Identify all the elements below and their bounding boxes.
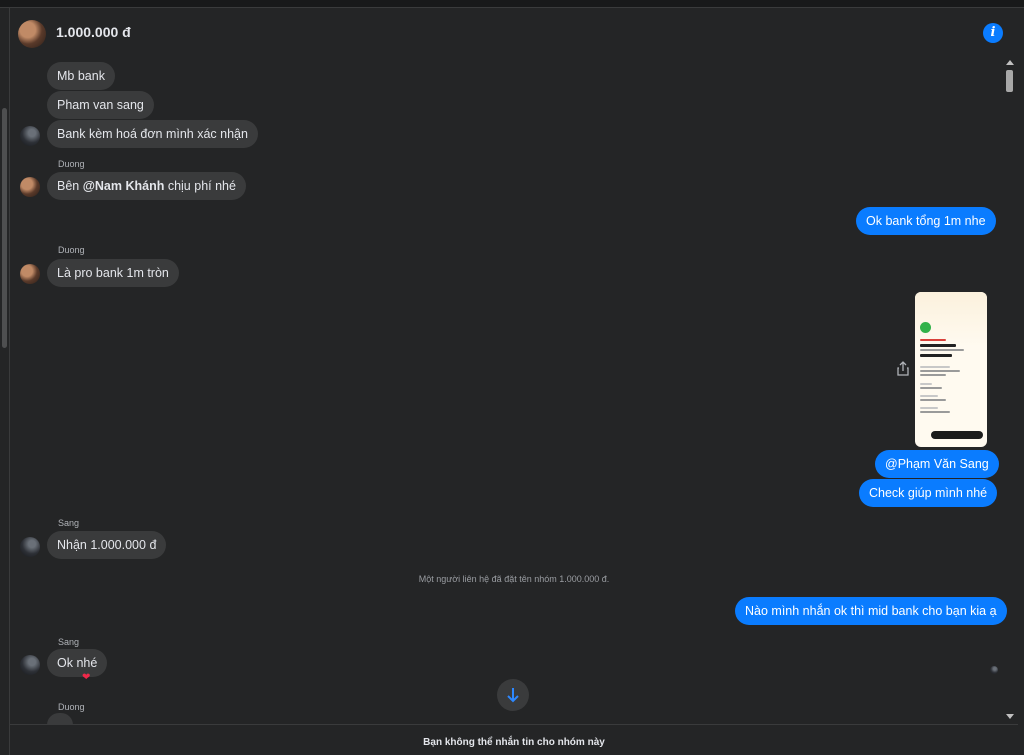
share-icon[interactable] bbox=[896, 361, 910, 377]
image-line bbox=[920, 370, 960, 372]
image-line bbox=[920, 354, 952, 357]
message-bubble-outgoing[interactable]: Ok bank tổng 1m nhe bbox=[856, 207, 996, 235]
message-bubble[interactable]: Nhận 1.000.000 đ bbox=[47, 531, 167, 559]
window-top-edge bbox=[0, 0, 1024, 8]
message-bubble-outgoing[interactable]: Check giúp mình nhé bbox=[859, 479, 998, 507]
messenger-window: 1.000.000 đ i Mb bank Pham van sang Bank… bbox=[0, 0, 1024, 755]
image-line bbox=[920, 387, 942, 389]
scroll-to-bottom-button[interactable] bbox=[497, 679, 529, 711]
image-line bbox=[920, 374, 946, 376]
sender-avatar[interactable] bbox=[20, 177, 40, 197]
chat-scrollbar[interactable] bbox=[1004, 58, 1016, 723]
scroll-down-arrow[interactable] bbox=[1006, 714, 1014, 719]
info-icon[interactable]: i bbox=[983, 23, 1003, 43]
conversation-header: 1.000.000 đ i bbox=[10, 8, 1018, 58]
sender-name: Duong bbox=[58, 159, 85, 169]
receipt-image[interactable] bbox=[915, 292, 987, 447]
image-line bbox=[920, 411, 950, 413]
notice-title: Bạn không thể nhắn tin cho nhóm này bbox=[423, 737, 605, 748]
image-line bbox=[920, 344, 956, 347]
check-icon bbox=[920, 322, 931, 333]
left-scrollbar-thumb[interactable] bbox=[2, 108, 7, 348]
sender-name: Sang bbox=[58, 637, 80, 647]
message-bubble[interactable]: Ok nhé bbox=[47, 649, 108, 677]
scroll-up-arrow[interactable] bbox=[1006, 60, 1014, 65]
image-line bbox=[920, 366, 950, 368]
mention-link[interactable]: @Nam Khánh bbox=[83, 179, 165, 193]
message-text: Bên bbox=[57, 179, 83, 193]
sender-name: Duong bbox=[58, 702, 85, 712]
message-bubble-outgoing[interactable]: @Phạm Văn Sang bbox=[875, 450, 999, 478]
conversation-title[interactable]: 1.000.000 đ bbox=[56, 24, 131, 40]
left-scrollbar[interactable] bbox=[0, 8, 10, 755]
sender-name: Duong bbox=[58, 245, 85, 255]
sender-avatar[interactable] bbox=[20, 126, 40, 146]
sender-avatar[interactable] bbox=[20, 264, 40, 284]
system-notice: Một người liên hệ đã đặt tên nhóm 1.000.… bbox=[418, 574, 610, 584]
group-avatar[interactable] bbox=[18, 20, 46, 48]
message-bubble[interactable]: Là pro bank 1m tròn bbox=[47, 259, 179, 287]
image-line bbox=[920, 395, 938, 397]
sender-avatar[interactable] bbox=[20, 537, 40, 557]
image-line bbox=[920, 407, 938, 409]
message-bubble-outgoing[interactable]: Nào mình nhắn ok thì mid bank cho bạn ki… bbox=[735, 597, 1007, 625]
seen-avatar bbox=[990, 666, 998, 674]
composer-disabled-notice: Bạn không thể nhắn tin cho nhóm này bbox=[10, 724, 1018, 755]
message-bubble[interactable]: Pham van sang bbox=[47, 91, 154, 119]
image-line bbox=[920, 399, 946, 401]
message-bubble[interactable]: Bên @Nam Khánh chịu phí nhé bbox=[47, 172, 246, 200]
message-bubble[interactable]: Bank kèm hoá đơn mình xác nhận bbox=[47, 120, 258, 148]
heart-reaction-icon[interactable]: ❤ bbox=[82, 672, 90, 683]
arrow-down-icon bbox=[507, 688, 519, 703]
sender-avatar[interactable] bbox=[20, 655, 40, 675]
image-button bbox=[931, 431, 983, 439]
image-line bbox=[920, 349, 964, 351]
sender-name: Sang bbox=[58, 518, 80, 528]
message-text: chịu phí nhé bbox=[164, 179, 236, 193]
image-line bbox=[920, 339, 946, 341]
image-line bbox=[920, 383, 932, 385]
message-bubble[interactable]: Mb bank bbox=[47, 62, 115, 90]
chat-scrollbar-thumb[interactable] bbox=[1006, 70, 1013, 92]
